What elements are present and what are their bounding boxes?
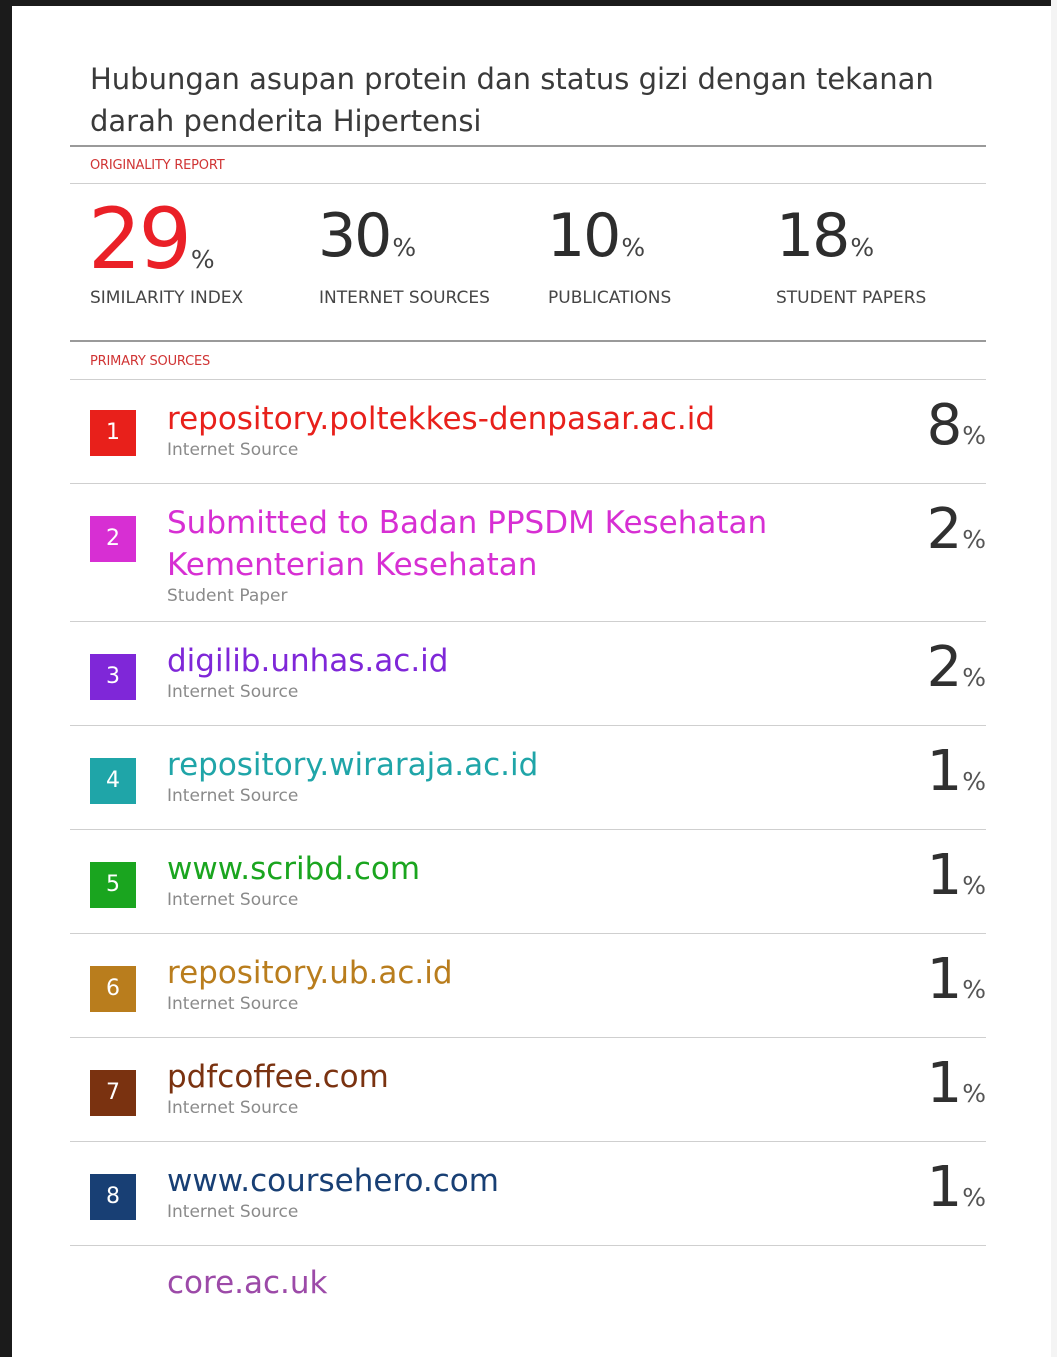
source-rank-badge: 8 (90, 1174, 136, 1220)
source-type: Internet Source (167, 994, 299, 1014)
source-row-6: 6 repository.ub.ac.id Internet Source 1% (70, 935, 986, 1037)
source-row-2: 2 Submitted to Badan PPSDM Kesehatan Kem… (70, 485, 986, 621)
source-percent: 1% (927, 1155, 986, 1220)
source-type: Internet Source (167, 1202, 299, 1222)
publications-value: 10 (547, 201, 621, 271)
source-type: Internet Source (167, 1098, 299, 1118)
source-percent-unit: % (962, 871, 986, 900)
source-name-line-2[interactable]: Kementerian Kesehatan (167, 544, 537, 586)
source-percent-value: 1 (926, 739, 963, 804)
source-name[interactable]: pdfcoffee.com (167, 1056, 389, 1098)
source-type: Internet Source (167, 682, 299, 702)
source-percent-value: 1 (926, 1155, 963, 1220)
publications-label: PUBLICATIONS (548, 288, 672, 308)
source-percent: 2% (927, 635, 986, 700)
source-row-8: 8 www.coursehero.com Internet Source 1% (70, 1143, 986, 1245)
row-divider (70, 483, 986, 484)
student-papers-value: 18 (776, 201, 850, 271)
row-divider (70, 1245, 986, 1246)
similarity-index-unit: % (190, 245, 215, 274)
source-percent-value: 1 (926, 843, 963, 908)
source-name[interactable]: www.scribd.com (167, 848, 420, 890)
stats-divider (70, 340, 986, 342)
source-rank-badge: 6 (90, 966, 136, 1012)
source-row-5: 5 www.scribd.com Internet Source 1% (70, 831, 986, 933)
source-type: Internet Source (167, 440, 299, 460)
internet-sources-value: 30 (318, 201, 392, 271)
source-percent: 1% (927, 1051, 986, 1116)
source-rank-badge: 3 (90, 654, 136, 700)
source-percent-unit: % (962, 663, 986, 692)
source-rank-badge: 7 (90, 1070, 136, 1116)
row-divider (70, 725, 986, 726)
source-percent-value: 1 (926, 1051, 963, 1116)
row-divider (70, 621, 986, 622)
similarity-index-label: SIMILARITY INDEX (90, 288, 244, 308)
source-rank-badge: 2 (90, 516, 136, 562)
source-percent: 1% (927, 739, 986, 804)
source-percent-value: 2 (926, 635, 963, 700)
row-divider (70, 829, 986, 830)
source-name[interactable]: repository.wiraraja.ac.id (167, 744, 538, 786)
source-percent: 1% (927, 947, 986, 1012)
primary-sources-label: PRIMARY SOURCES (90, 354, 211, 369)
source-row-7: 7 pdfcoffee.com Internet Source 1% (70, 1039, 986, 1141)
student-papers-label: STUDENT PAPERS (776, 288, 927, 308)
source-row-1: 1 repository.poltekkes-denpasar.ac.id In… (70, 381, 986, 483)
source-row-3: 3 digilib.unhas.ac.id Internet Source 2% (70, 623, 986, 725)
source-rank-badge: 4 (90, 758, 136, 804)
source-name[interactable]: repository.ub.ac.id (167, 952, 453, 994)
row-divider (70, 1141, 986, 1142)
source-percent-unit: % (962, 767, 986, 796)
title-divider (70, 145, 986, 147)
source-type: Internet Source (167, 786, 299, 806)
publications-stat: 10% PUBLICATIONS (547, 196, 671, 308)
internet-sources-unit: % (392, 233, 417, 262)
source-type: Student Paper (167, 586, 288, 606)
source-percent-value: 1 (926, 947, 963, 1012)
source-rank-badge: 1 (90, 410, 136, 456)
originality-divider (70, 183, 986, 184)
source-percent-unit: % (962, 1079, 986, 1108)
student-papers-stat: 18% STUDENT PAPERS (776, 196, 926, 308)
source-percent-unit: % (962, 1183, 986, 1212)
similarity-index-stat: 29% SIMILARITY INDEX (88, 190, 243, 308)
source-name[interactable]: repository.poltekkes-denpasar.ac.id (167, 398, 715, 440)
similarity-index-value: 29 (88, 190, 192, 288)
row-divider (70, 933, 986, 934)
source-percent-unit: % (962, 421, 986, 450)
source-percent: 1% (927, 843, 986, 908)
right-edge (1051, 0, 1057, 1357)
source-percent-unit: % (962, 525, 986, 554)
document-title: Hubungan asupan protein dan status gizi … (90, 62, 934, 138)
primary-sources-divider (70, 379, 986, 380)
source-percent-value: 2 (926, 497, 963, 562)
source-percent-unit: % (962, 975, 986, 1004)
top-border (0, 0, 1057, 6)
internet-sources-stat: 30% INTERNET SOURCES (318, 196, 490, 308)
source-type: Internet Source (167, 890, 299, 910)
publications-unit: % (621, 233, 646, 262)
source-rank-badge: 5 (90, 862, 136, 908)
internet-sources-label: INTERNET SOURCES (319, 288, 490, 308)
source-name[interactable]: digilib.unhas.ac.id (167, 640, 448, 682)
left-border (0, 0, 12, 1357)
source-percent: 2% (927, 497, 986, 562)
source-name[interactable]: www.coursehero.com (167, 1160, 499, 1202)
source-percent-value: 8 (926, 393, 963, 458)
partial-source-name[interactable]: core.ac.uk (167, 1265, 328, 1301)
student-papers-unit: % (850, 233, 875, 262)
source-row-4: 4 repository.wiraraja.ac.id Internet Sou… (70, 727, 986, 829)
source-percent: 8% (927, 393, 986, 458)
originality-report-label: ORIGINALITY REPORT (90, 158, 225, 173)
source-name-line-1[interactable]: Submitted to Badan PPSDM Kesehatan (167, 502, 767, 544)
row-divider (70, 1037, 986, 1038)
